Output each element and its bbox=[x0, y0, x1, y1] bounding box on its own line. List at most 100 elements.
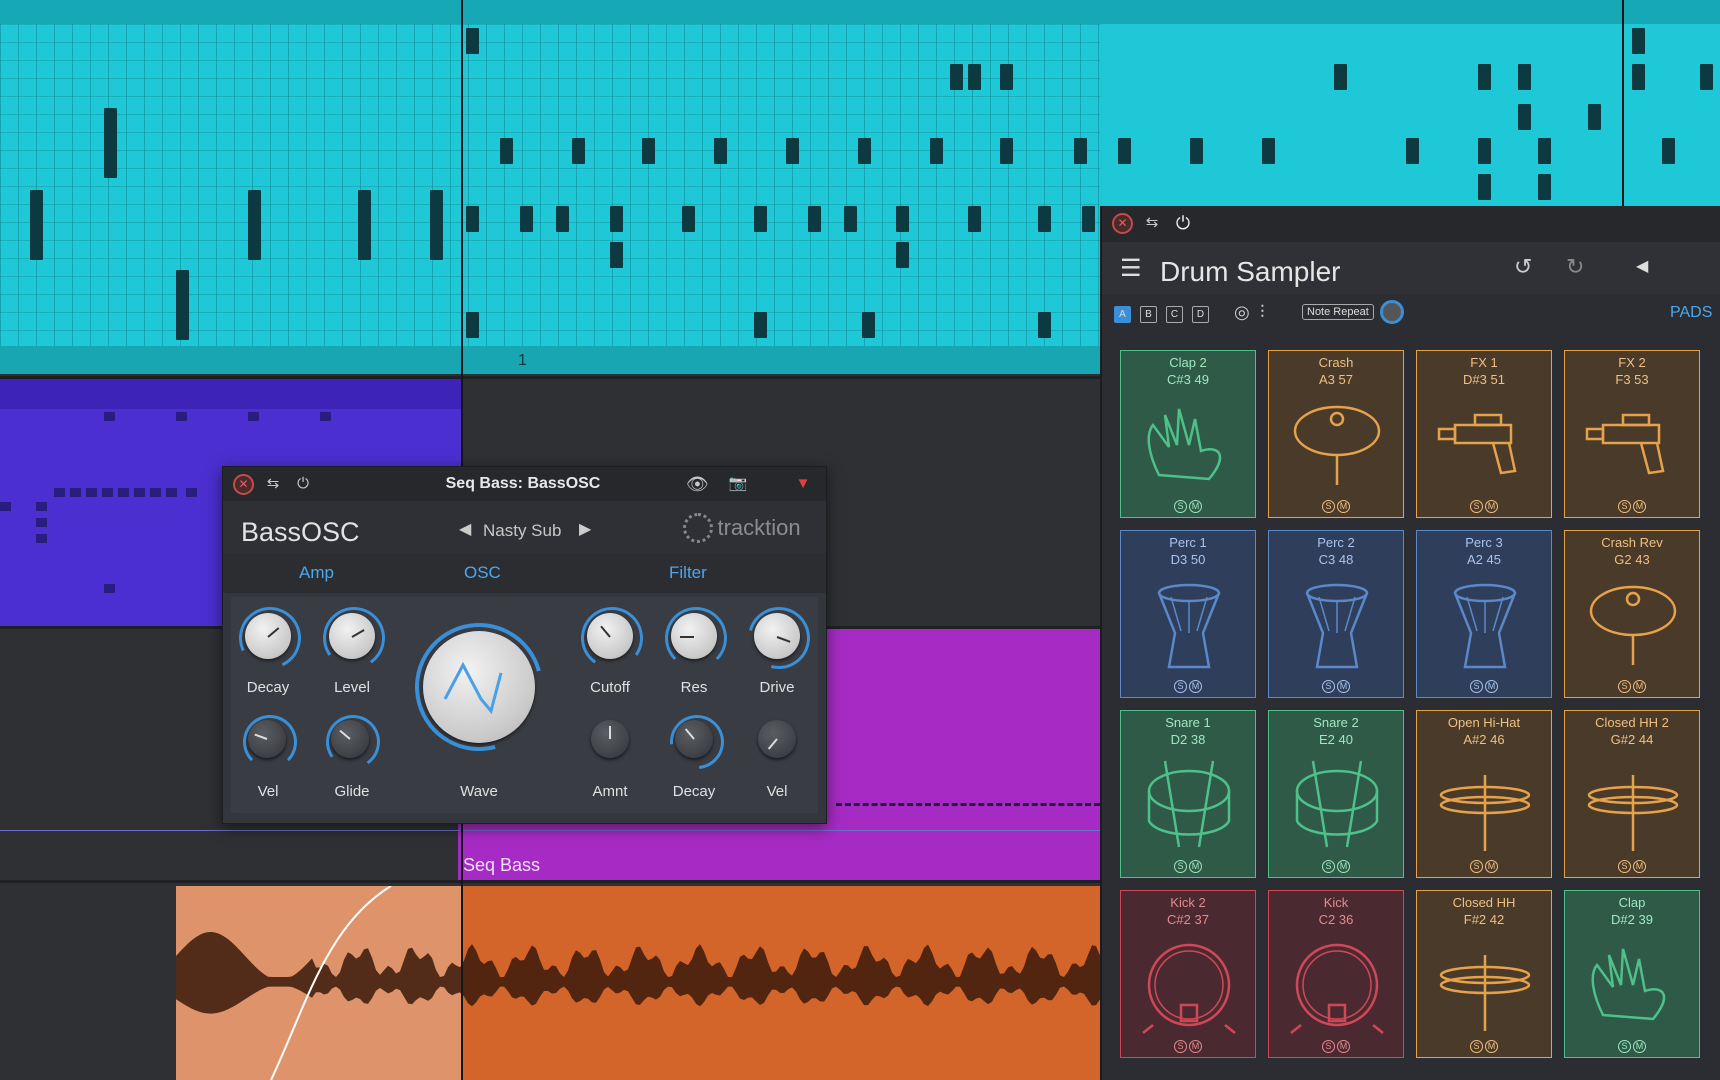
amp-vel-knob[interactable] bbox=[248, 720, 286, 758]
midi-note[interactable] bbox=[176, 412, 187, 421]
midi-note[interactable] bbox=[1478, 138, 1491, 164]
midi-note[interactable] bbox=[320, 412, 331, 421]
tab-osc[interactable]: OSC bbox=[464, 563, 501, 583]
power-icon[interactable]: ⏻ bbox=[1173, 213, 1193, 233]
pin-icon[interactable]: ▼ bbox=[793, 474, 813, 494]
midi-note[interactable] bbox=[1038, 206, 1051, 232]
mute-button[interactable]: M bbox=[1337, 680, 1350, 693]
midi-note[interactable] bbox=[1632, 64, 1645, 90]
midi-note[interactable] bbox=[1000, 138, 1013, 164]
solo-button[interactable]: S bbox=[1174, 500, 1187, 513]
midi-note[interactable] bbox=[950, 64, 963, 90]
close-icon[interactable]: ✕ bbox=[1112, 213, 1133, 234]
solo-button[interactable]: S bbox=[1322, 500, 1335, 513]
palette-icon[interactable]: ◎ bbox=[1234, 302, 1250, 323]
drum-pad[interactable]: Perc 1 D3 50 S M bbox=[1120, 530, 1256, 698]
midi-note[interactable] bbox=[1038, 312, 1051, 338]
mute-button[interactable]: M bbox=[1189, 1040, 1202, 1053]
filter-drive-knob[interactable] bbox=[754, 613, 800, 659]
midi-note[interactable] bbox=[1082, 206, 1095, 232]
midi-note[interactable] bbox=[844, 206, 857, 232]
midi-note[interactable] bbox=[808, 206, 821, 232]
drum-pad[interactable]: FX 1 D#3 51 S M bbox=[1416, 350, 1552, 518]
drum-pad[interactable]: Crash Rev G2 43 S M bbox=[1564, 530, 1700, 698]
pads-view-button[interactable]: PADS bbox=[1670, 304, 1712, 322]
tab-filter[interactable]: Filter bbox=[669, 563, 707, 583]
midi-note[interactable] bbox=[466, 312, 479, 338]
drum-pad[interactable]: Perc 3 A2 45 S M bbox=[1416, 530, 1552, 698]
midi-note[interactable] bbox=[1118, 138, 1131, 164]
solo-button[interactable]: S bbox=[1618, 1040, 1631, 1053]
redo-icon[interactable]: ↻ bbox=[1566, 254, 1584, 280]
collapse-arrow-icon[interactable]: ◀ bbox=[1636, 256, 1648, 276]
solo-button[interactable]: S bbox=[1470, 1040, 1483, 1053]
midi-note[interactable] bbox=[36, 518, 47, 527]
drum-sampler-window[interactable]: ✕ ⇆ ⏻ ☰ Drum Sampler ↺ ↻ ◀ A B C D ◎ ⫶ N… bbox=[1100, 206, 1720, 1080]
mute-button[interactable]: M bbox=[1633, 1040, 1646, 1053]
midi-note[interactable] bbox=[36, 502, 47, 511]
settings-sliders-icon[interactable]: ⇆ bbox=[1142, 213, 1162, 233]
mute-button[interactable]: M bbox=[1485, 860, 1498, 873]
midi-note[interactable] bbox=[1334, 64, 1347, 90]
midi-note[interactable] bbox=[118, 488, 129, 497]
power-icon[interactable]: ⏻ bbox=[293, 474, 313, 494]
drum-pad[interactable]: Clap D#2 39 S M bbox=[1564, 890, 1700, 1058]
midi-note[interactable] bbox=[754, 206, 767, 232]
mute-button[interactable]: M bbox=[1337, 500, 1350, 513]
eye-icon[interactable]: 👁 bbox=[686, 474, 709, 494]
timeline-ruler[interactable] bbox=[0, 0, 1720, 24]
midi-note[interactable] bbox=[248, 412, 259, 421]
midi-note[interactable] bbox=[556, 206, 569, 232]
midi-note[interactable] bbox=[896, 206, 909, 232]
midi-note[interactable] bbox=[358, 190, 371, 260]
midi-note[interactable] bbox=[104, 412, 115, 421]
midi-note[interactable] bbox=[968, 64, 981, 90]
midi-note[interactable] bbox=[466, 206, 479, 232]
midi-note[interactable] bbox=[1518, 104, 1531, 130]
mute-button[interactable]: M bbox=[1633, 680, 1646, 693]
tab-amp[interactable]: Amp bbox=[299, 563, 334, 583]
midi-note[interactable] bbox=[1588, 104, 1601, 130]
midi-note[interactable] bbox=[1190, 138, 1203, 164]
drum-pad[interactable]: Kick C2 36 S M bbox=[1268, 890, 1404, 1058]
note-repeat-button[interactable]: Note Repeat bbox=[1302, 304, 1374, 320]
midi-note[interactable] bbox=[248, 190, 261, 260]
bassosc-titlebar[interactable]: ✕ ⇆ ⏻ Seq Bass: BassOSC 👁 📷 ▼ bbox=[223, 467, 826, 501]
midi-note[interactable] bbox=[896, 242, 909, 268]
midi-note[interactable] bbox=[466, 28, 479, 54]
amp-decay-knob[interactable] bbox=[245, 613, 291, 659]
solo-button[interactable]: S bbox=[1322, 680, 1335, 693]
midi-note[interactable] bbox=[176, 270, 189, 340]
midi-note[interactable] bbox=[36, 534, 47, 543]
midi-note[interactable] bbox=[642, 138, 655, 164]
midi-clip-drums-right[interactable] bbox=[1100, 24, 1720, 206]
bank-b-button[interactable]: B bbox=[1140, 306, 1157, 323]
solo-button[interactable]: S bbox=[1470, 500, 1483, 513]
mute-button[interactable]: M bbox=[1485, 680, 1498, 693]
midi-note[interactable] bbox=[930, 138, 943, 164]
drum-pad[interactable]: Clap 2 C#3 49 S M bbox=[1120, 350, 1256, 518]
solo-button[interactable]: S bbox=[1322, 1040, 1335, 1053]
midi-note[interactable] bbox=[30, 190, 43, 260]
midi-note[interactable] bbox=[166, 488, 177, 497]
drum-pad[interactable]: Kick 2 C#2 37 S M bbox=[1120, 890, 1256, 1058]
midi-note[interactable] bbox=[1518, 64, 1531, 90]
drum-pad[interactable]: Open Hi-Hat A#2 46 S M bbox=[1416, 710, 1552, 878]
midi-note[interactable] bbox=[1478, 174, 1491, 200]
amp-level-knob[interactable] bbox=[329, 613, 375, 659]
filter-cutoff-knob[interactable] bbox=[587, 613, 633, 659]
midi-note[interactable] bbox=[54, 488, 65, 497]
midi-note[interactable] bbox=[1632, 28, 1645, 54]
solo-button[interactable]: S bbox=[1618, 680, 1631, 693]
midi-note[interactable] bbox=[1538, 174, 1551, 200]
midi-note[interactable] bbox=[0, 502, 11, 511]
filter-res-knob[interactable] bbox=[671, 613, 717, 659]
bassosc-plugin-window[interactable]: ✕ ⇆ ⏻ Seq Bass: BassOSC 👁 📷 ▼ BassOSC ◀ … bbox=[222, 466, 827, 824]
midi-note[interactable] bbox=[610, 206, 623, 232]
midi-note[interactable] bbox=[102, 488, 113, 497]
camera-icon[interactable]: 📷 bbox=[728, 474, 748, 494]
midi-note[interactable] bbox=[754, 312, 767, 338]
mute-button[interactable]: M bbox=[1485, 500, 1498, 513]
midi-note[interactable] bbox=[572, 138, 585, 164]
midi-note[interactable] bbox=[786, 138, 799, 164]
